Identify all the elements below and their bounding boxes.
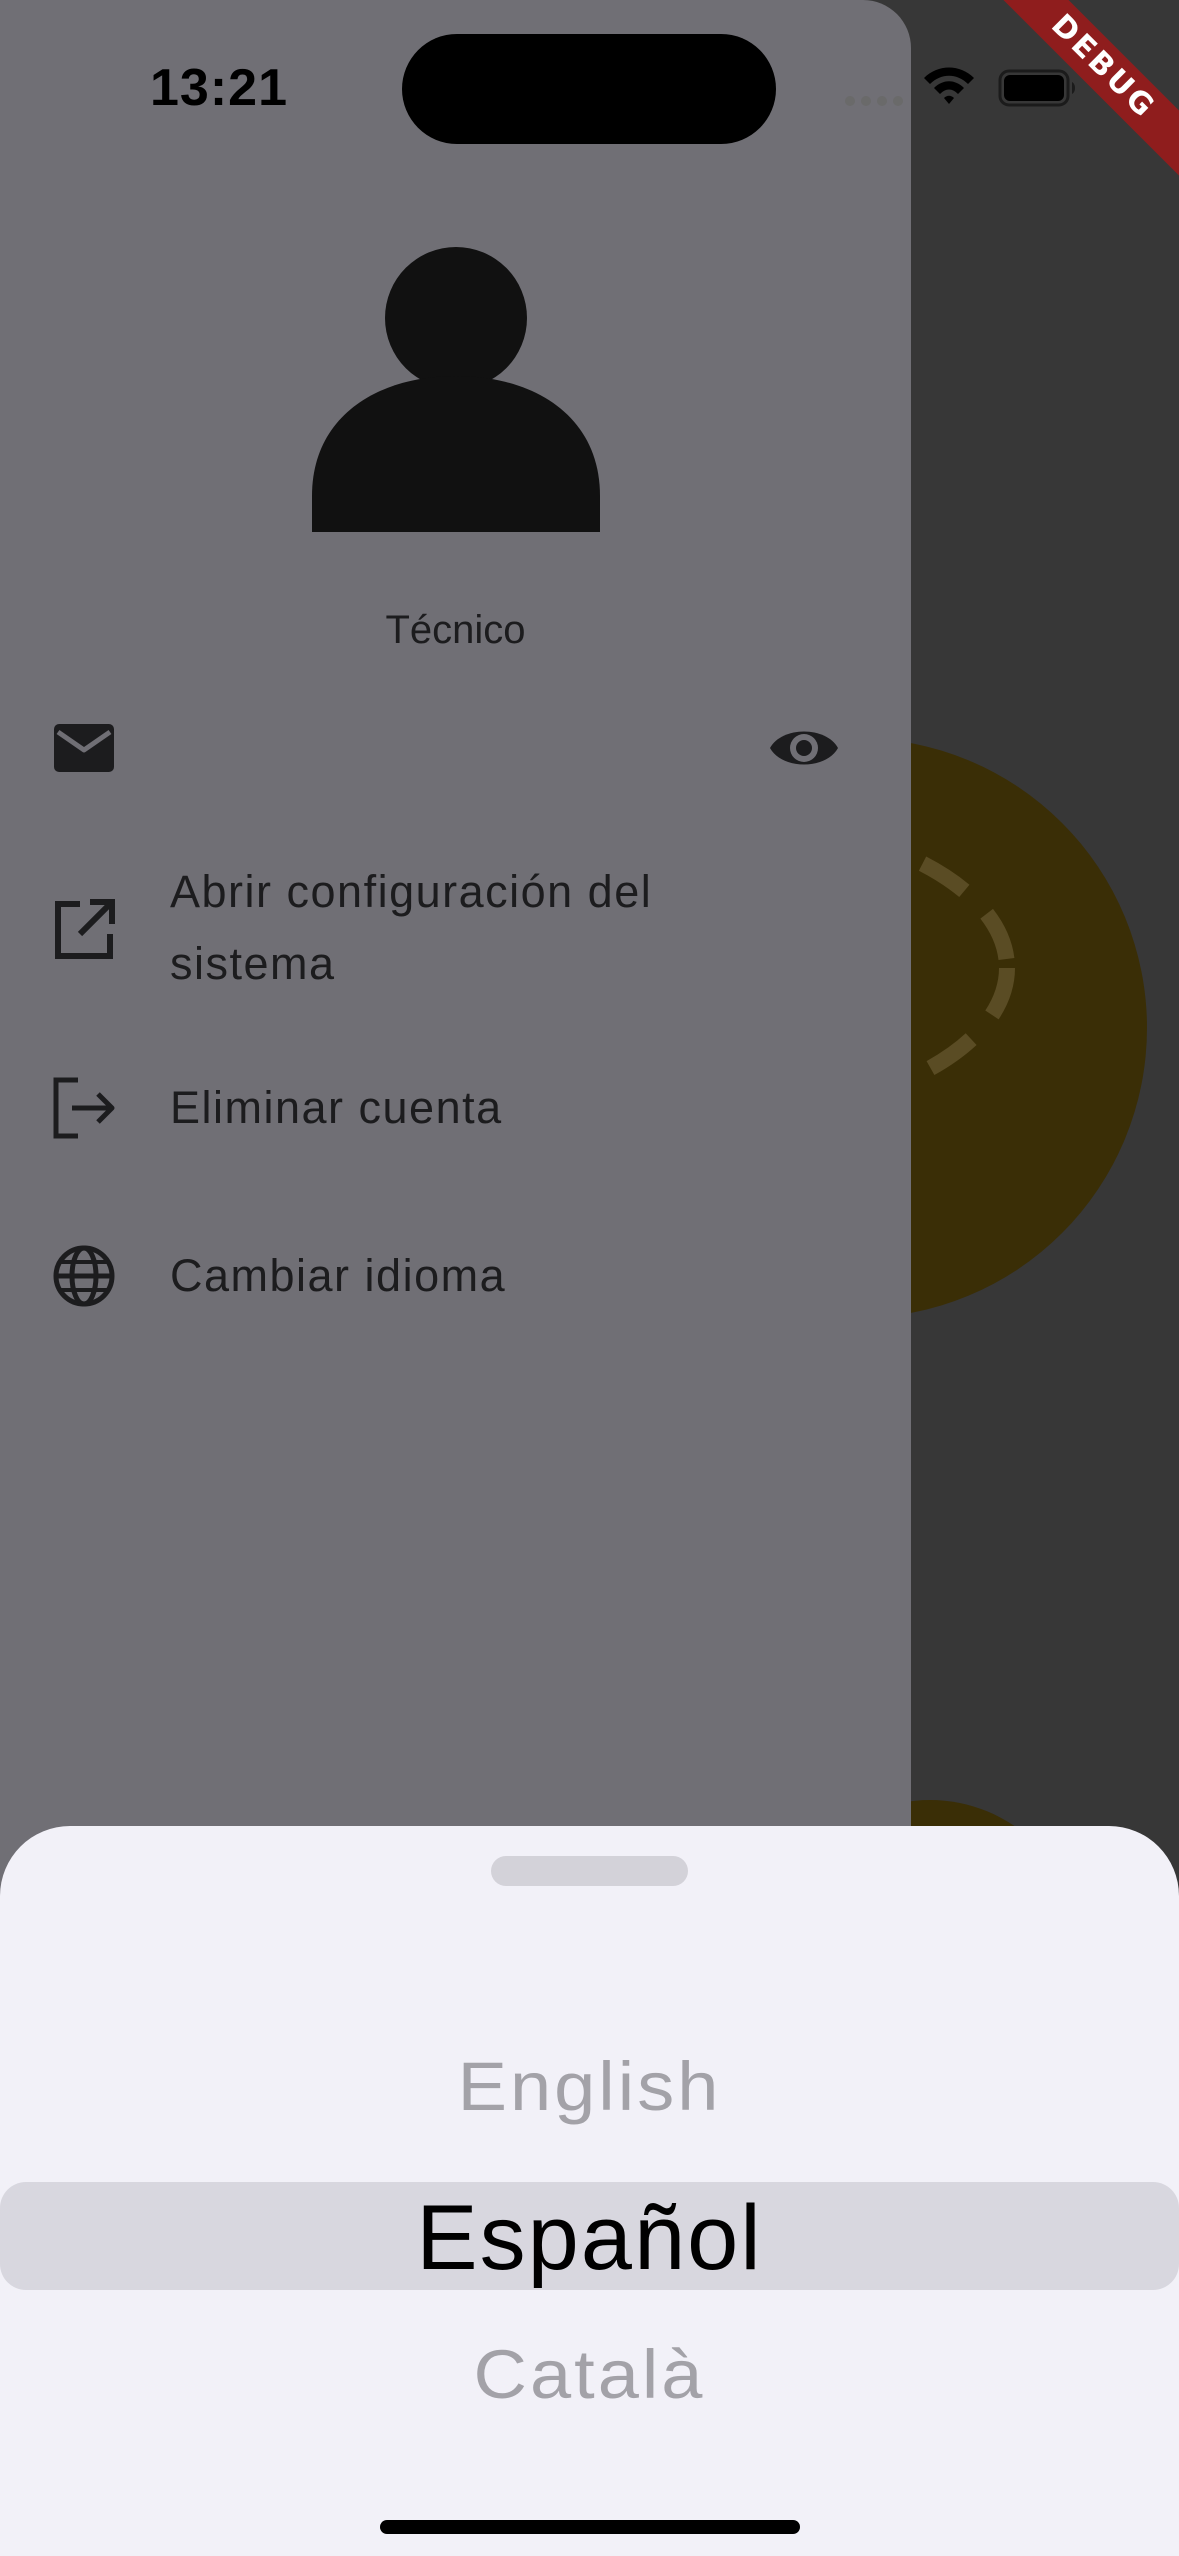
delete-account-item[interactable]: Eliminar cuenta — [0, 1072, 911, 1144]
change-language-item[interactable]: Cambiar idioma — [0, 1240, 911, 1312]
wifi-icon — [924, 67, 974, 104]
delete-account-label: Eliminar cuenta — [170, 1082, 503, 1133]
dynamic-island — [402, 34, 776, 144]
globe-icon — [53, 1245, 115, 1307]
open-system-settings-label-line2: sistema — [170, 938, 336, 989]
language-picker-sheet: English Español Català — [0, 1826, 1179, 2556]
open-system-settings-item[interactable]: Abrir configuración del sistema — [0, 856, 911, 1006]
change-language-label: Cambiar idioma — [170, 1250, 507, 1301]
picker-option-english[interactable]: English — [0, 2047, 1179, 2126]
picker-option-espanol[interactable]: Español — [0, 2186, 1179, 2291]
status-time: 13:21 — [150, 59, 288, 117]
logout-icon — [53, 1077, 115, 1139]
picker-option-catala[interactable]: Català — [0, 2335, 1179, 2414]
mail-icon — [54, 724, 114, 772]
eye-icon[interactable] — [768, 712, 840, 784]
home-indicator[interactable] — [380, 2520, 800, 2534]
battery-icon — [998, 69, 1075, 107]
sheet-drag-handle[interactable] — [491, 1856, 688, 1886]
user-avatar-icon — [312, 247, 600, 532]
open-in-new-icon — [55, 899, 115, 959]
open-system-settings-label-line1: Abrir configuración del — [170, 866, 653, 917]
signal-dots-icon — [845, 96, 905, 106]
username-label: Técnico — [385, 608, 526, 652]
